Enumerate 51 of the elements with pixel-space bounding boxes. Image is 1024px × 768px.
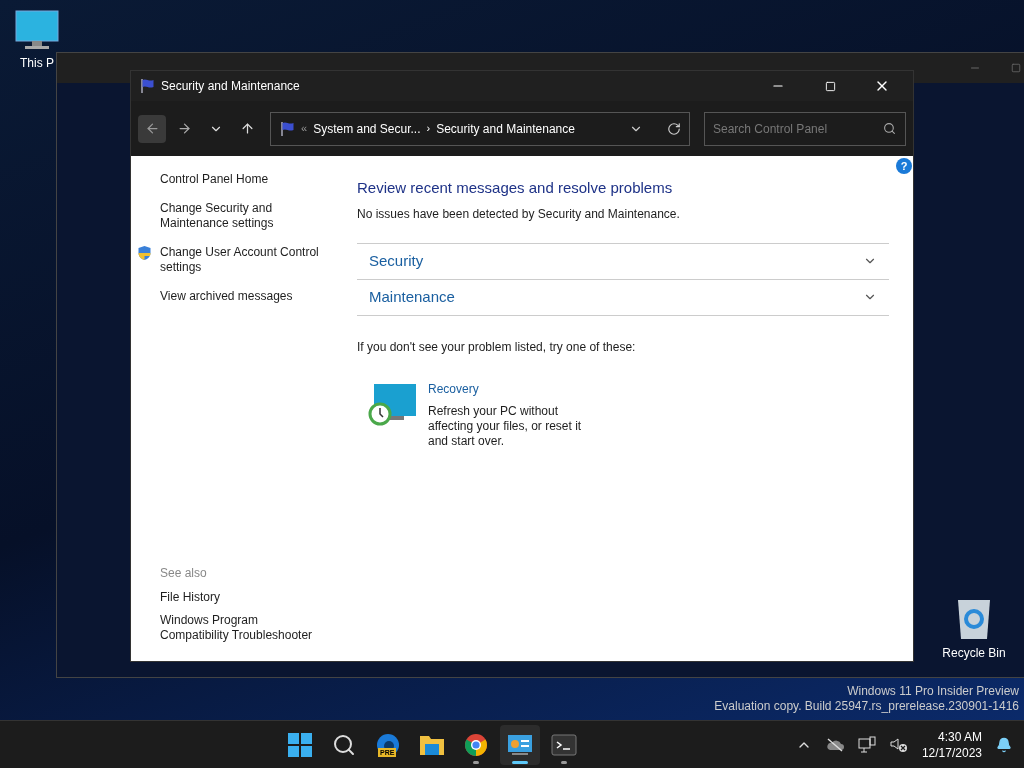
monitor-icon [15, 10, 59, 50]
muted-speaker-icon[interactable] [889, 736, 908, 753]
chrome-icon [463, 732, 488, 757]
breadcrumb-separator: › [426, 121, 431, 137]
search-icon [883, 121, 896, 135]
status-text: No issues have been detected by Security and Maintenance. [357, 205, 681, 223]
help-icon[interactable]: ? [896, 158, 912, 174]
see-also-heading: See also [160, 565, 208, 582]
page-heading: Review recent messages and resolve problems [357, 178, 674, 198]
shield-icon [137, 245, 152, 261]
forward-arrow-icon [176, 121, 192, 136]
network-icon[interactable] [857, 735, 876, 754]
flag-icon [139, 78, 155, 94]
notification-bell-icon[interactable] [996, 736, 1012, 753]
sidebar-link[interactable]: Change Security and Maintenance settings [160, 201, 330, 231]
hint-text: If you don't see your problem listed, try one of these: [357, 338, 637, 356]
recovery-link[interactable]: Recovery [428, 379, 593, 398]
back-button[interactable] [138, 114, 166, 143]
sidebar-link[interactable]: Control Panel Home [160, 172, 330, 187]
sidebar-link[interactable]: Change User Account Control settings [160, 245, 330, 275]
monitor-clock-icon [368, 381, 418, 428]
flag-icon [279, 120, 295, 137]
sidebar-link[interactable]: View archived messages [160, 289, 330, 304]
maximize-icon [824, 80, 836, 92]
clock[interactable]: 4:30 AM 12/17/2023 [921, 728, 982, 761]
running-indicator [472, 760, 479, 764]
edition-notice: Windows 11 Pro Insider Preview [847, 684, 1019, 699]
desktop-icon-label[interactable]: This P [20, 54, 54, 72]
desktop-icon-label[interactable]: Recycle Bin [942, 644, 1006, 662]
see-also-link[interactable]: Windows Program Compatibility Troubleshooter [160, 613, 330, 643]
terminal-icon [550, 733, 577, 756]
section-header[interactable]: Security [357, 243, 889, 280]
control-panel-icon [506, 733, 533, 756]
taskbar-button[interactable] [499, 724, 540, 765]
breadcrumb[interactable]: System and Secur... [313, 119, 421, 138]
address-bar[interactable]: « System and Secur... › Security and Maintenance [270, 111, 690, 146]
folder-icon [418, 733, 445, 756]
cloud-off-icon[interactable] [825, 737, 844, 752]
breadcrumb[interactable]: Security and Maintenance [436, 119, 575, 138]
running-indicator [560, 760, 567, 764]
edition-notice: Evaluation copy. Build 25947.rs_prerelease.230901-1416 [714, 699, 1019, 714]
section-header[interactable]: Maintenance [357, 279, 889, 316]
window-title: Security and Maintenance [161, 78, 301, 95]
search-field[interactable]: Search Control Panel [704, 111, 906, 146]
recovery-description: Refresh your PC without affecting your files, or reset it and start over. [428, 403, 583, 449]
windows-logo-icon [287, 732, 312, 757]
running-indicator [511, 760, 528, 764]
overflow-chevrons[interactable]: « [301, 120, 308, 137]
search-icon [331, 732, 356, 757]
refresh-icon[interactable] [667, 121, 681, 136]
see-also-link[interactable]: File History [160, 590, 330, 605]
